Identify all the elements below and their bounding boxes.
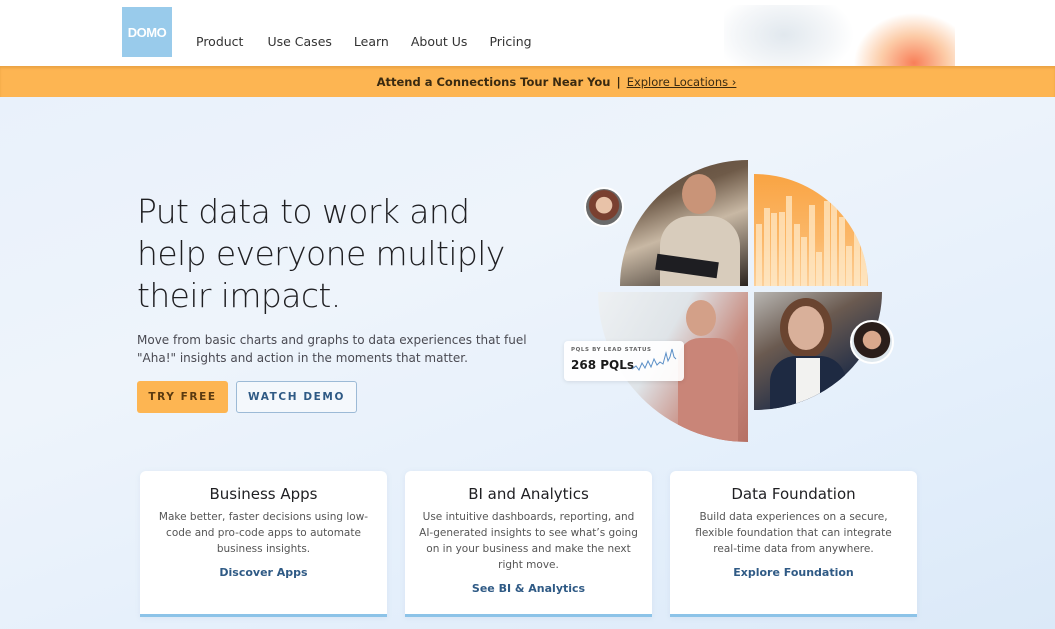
header-blurred-graphic (724, 5, 955, 66)
try-free-button[interactable]: TRY FREE (137, 381, 228, 413)
card-bi-analytics: BI and Analytics Use intuitive dashboard… (405, 471, 652, 617)
avatar-woman-1 (584, 187, 624, 227)
nav-about-us[interactable]: About Us (411, 34, 468, 49)
avatar-woman-2 (850, 320, 894, 364)
card-data-foundation: Data Foundation Build data experiences o… (670, 471, 917, 617)
person-shirt (796, 358, 820, 408)
nav-pricing[interactable]: Pricing (489, 34, 531, 49)
pql-value: 268 PQLs (571, 358, 635, 372)
decorative-bar (771, 213, 777, 286)
person-icon (686, 300, 716, 336)
decorative-bar (838, 216, 845, 286)
nav-learn[interactable]: Learn (354, 34, 389, 49)
promo-banner: Attend a Connections Tour Near You | Exp… (0, 66, 1055, 97)
nav-product[interactable]: Product (196, 34, 243, 49)
decorative-bar (846, 245, 852, 286)
hero-section: Put data to work and help everyone multi… (0, 97, 1055, 629)
decorative-bar (778, 212, 785, 286)
hero-subtitle: Move from basic charts and graphs to dat… (137, 333, 527, 365)
person-body (678, 338, 738, 442)
main-nav: Product Use Cases Learn About Us Pricing (196, 34, 554, 49)
decorative-bar (861, 241, 867, 286)
card-description: Use intuitive dashboards, reporting, and… (419, 511, 638, 571)
card-title: Business Apps (209, 485, 318, 503)
decorative-bar (808, 205, 815, 286)
card-business-apps: Business Apps Make better, faster decisi… (140, 471, 387, 617)
decorative-bar (816, 252, 822, 286)
hero-image-collage: PQLS BY LEAD STATUS 268 PQLs (564, 152, 900, 452)
decorative-bar (801, 236, 807, 286)
photo-man-with-tablet (620, 160, 748, 286)
decorative-bars (754, 174, 868, 286)
decorative-bar (793, 224, 800, 286)
decorative-bar (831, 203, 837, 286)
site-header: DOMO Product Use Cases Learn About Us Pr… (0, 0, 1055, 66)
sparkline-icon (632, 348, 677, 371)
domo-logo[interactable]: DOMO (122, 7, 172, 57)
decorative-bar (823, 200, 830, 286)
nav-use-cases[interactable]: Use Cases (267, 34, 331, 49)
person-icon (788, 306, 824, 350)
pql-widget: PQLS BY LEAD STATUS 268 PQLs (564, 341, 684, 381)
card-description: Make better, faster decisions using low-… (158, 511, 369, 555)
decorative-bar (853, 230, 860, 286)
discover-apps-link[interactable]: Discover Apps (219, 566, 307, 579)
decorative-bar (763, 207, 770, 286)
banner-separator: | (616, 74, 621, 89)
card-title: BI and Analytics (468, 485, 589, 503)
explore-foundation-link[interactable]: Explore Foundation (733, 566, 854, 579)
see-bi-analytics-link[interactable]: See BI & Analytics (472, 582, 585, 595)
decorative-bar (756, 224, 762, 286)
explore-locations-link[interactable]: Explore Locations › (627, 75, 737, 89)
banner-text: Attend a Connections Tour Near You (376, 74, 611, 89)
hero-title: Put data to work and help everyone multi… (137, 192, 505, 315)
bar-chart-graphic (754, 174, 868, 286)
card-title: Data Foundation (731, 485, 856, 503)
decorative-bar (786, 196, 792, 286)
watch-demo-button[interactable]: WATCH DEMO (236, 381, 357, 413)
card-description: Build data experiences on a secure, flex… (695, 511, 892, 555)
person-icon (682, 174, 716, 214)
